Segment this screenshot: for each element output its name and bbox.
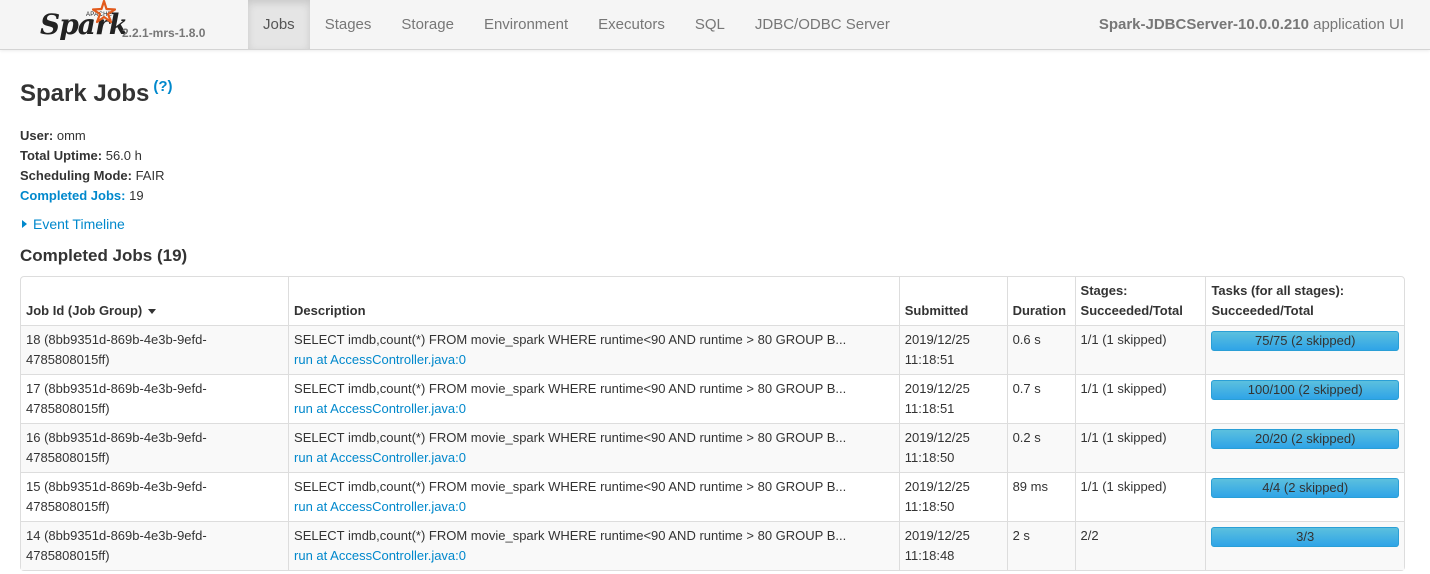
tasks-cell: 100/100 (2 skipped) (1205, 374, 1404, 423)
description-cell: SELECT imdb,count(*) FROM movie_spark WH… (288, 374, 899, 423)
description-cell: SELECT imdb,count(*) FROM movie_spark WH… (288, 325, 899, 374)
tab-sql[interactable]: SQL (680, 0, 740, 49)
completed-jobs-heading[interactable]: Completed Jobs (19) (20, 246, 187, 266)
spark-version: 2.2.1-mrs-1.8.0 (122, 26, 206, 40)
event-timeline-label: Event Timeline (33, 216, 125, 232)
tasks-cell: 75/75 (2 skipped) (1205, 325, 1404, 374)
sql-text: SELECT imdb,count(*) FROM movie_spark WH… (294, 332, 847, 347)
table-row: 18 (8bb9351d-869b-4e3b-9efd- 4785808015ff… (21, 325, 1404, 374)
job-id-cell: 17 (8bb9351d-869b-4e3b-9efd- 4785808015ff… (21, 374, 289, 423)
stages-cell: 2/2 (1074, 521, 1206, 570)
job-detail-link[interactable]: run at AccessController.java:0 (294, 450, 466, 465)
help-link[interactable]: (?) (153, 78, 172, 95)
stages-cell: 1/1 (1 skipped) (1074, 325, 1206, 374)
tab-stages[interactable]: Stages (310, 0, 387, 49)
tab-jdbc-odbc-server[interactable]: JDBC/ODBC Server (740, 0, 905, 49)
submitted-cell: 2019/12/25 11:18:48 (898, 521, 1007, 570)
header-stages[interactable]: Stages: Succeeded/Total (1074, 277, 1206, 325)
summary-user: User: omm (20, 128, 86, 143)
stages-cell: 1/1 (1 skipped) (1074, 423, 1206, 472)
sql-text: SELECT imdb,count(*) FROM movie_spark WH… (294, 479, 847, 494)
duration-cell: 0.2 s (1006, 423, 1075, 472)
duration-cell: 0.7 s (1006, 374, 1075, 423)
table-body: 18 (8bb9351d-869b-4e3b-9efd- 4785808015ff… (21, 325, 1404, 570)
table-row: 14 (8bb9351d-869b-4e3b-9efd- 4785808015ff… (21, 521, 1404, 570)
duration-cell: 0.6 s (1006, 325, 1075, 374)
description-cell: SELECT imdb,count(*) FROM movie_spark WH… (288, 423, 899, 472)
duration-cell: 89 ms (1006, 472, 1075, 521)
sort-desc-icon (148, 309, 157, 315)
job-detail-link[interactable]: run at AccessController.java:0 (294, 499, 466, 514)
stages-cell: 1/1 (1 skipped) (1074, 472, 1206, 521)
table-header-row: Job Id (Job Group) Description Submitted… (21, 277, 1404, 325)
help-tooltip[interactable]: (?) (153, 78, 172, 95)
completed-jobs-link[interactable]: Completed Jobs: (20, 188, 125, 203)
nav-tabs: Jobs Stages Storage Environment Executors SQL… (248, 0, 905, 49)
summary-uptime: Total Uptime: 56.0 h (20, 148, 142, 163)
submitted-cell: 2019/12/25 11:18:50 (898, 423, 1007, 472)
submitted-cell: 2019/12/25 11:18:51 (898, 374, 1007, 423)
tab-environment[interactable]: Environment (469, 0, 583, 49)
spark-star-icon (92, 0, 116, 24)
tasks-cell: 3/3 (1205, 521, 1404, 570)
table-row: 17 (8bb9351d-869b-4e3b-9efd- 4785808015ff… (21, 374, 1404, 423)
tasks-progress-bar: 100/100 (2 skipped) (1211, 380, 1399, 400)
application-title: Spark-JDBCServer-10.0.0.210 application … (1099, 0, 1404, 49)
header-submitted[interactable]: Submitted (898, 277, 1007, 325)
summary-scheduling-mode: Scheduling Mode: FAIR (20, 168, 165, 183)
submitted-cell: 2019/12/25 11:18:50 (898, 472, 1007, 521)
job-id-cell: 16 (8bb9351d-869b-4e3b-9efd- 4785808015ff… (21, 423, 289, 472)
duration-cell: 2 s (1006, 521, 1075, 570)
tasks-progress-bar: 75/75 (2 skipped) (1211, 331, 1399, 351)
tab-storage[interactable]: Storage (386, 0, 469, 49)
event-timeline-toggle[interactable]: Event Timeline (20, 216, 125, 232)
tasks-progress-bar: 4/4 (2 skipped) (1211, 478, 1399, 498)
tab-jobs[interactable]: Jobs (248, 0, 310, 49)
sql-text: SELECT imdb,count(*) FROM movie_spark WH… (294, 528, 847, 543)
header-description[interactable]: Description (288, 277, 899, 325)
summary-completed-jobs: Completed Jobs: 19 (20, 188, 144, 203)
top-navbar: APACHE Spark 2.2.1-mrs-1.8.0 Jobs Stages S… (0, 0, 1430, 50)
completed-jobs-table: Job Id (Job Group) Description Submitted… (20, 276, 1405, 571)
table-row: 16 (8bb9351d-869b-4e3b-9efd- 4785808015ff… (21, 423, 1404, 472)
description-cell: SELECT imdb,count(*) FROM movie_spark WH… (288, 472, 899, 521)
tasks-progress-bar: 20/20 (2 skipped) (1211, 429, 1399, 449)
tasks-progress-bar: 3/3 (1211, 527, 1399, 547)
stages-cell: 1/1 (1 skipped) (1074, 374, 1206, 423)
header-job-id[interactable]: Job Id (Job Group) (21, 277, 288, 325)
job-detail-link[interactable]: run at AccessController.java:0 (294, 352, 466, 367)
tasks-cell: 20/20 (2 skipped) (1205, 423, 1404, 472)
description-cell: SELECT imdb,count(*) FROM movie_spark WH… (288, 521, 899, 570)
spark-logo[interactable]: APACHE Spark 2.2.1-mrs-1.8.0 (38, 0, 248, 49)
app-name: Spark-JDBCServer-10.0.0.210 (1098, 16, 1309, 33)
tab-executors[interactable]: Executors (583, 0, 680, 49)
page-title: Spark Jobs (?) (20, 78, 173, 108)
tasks-cell: 4/4 (2 skipped) (1205, 472, 1404, 521)
sql-text: SELECT imdb,count(*) FROM movie_spark WH… (294, 430, 847, 445)
job-detail-link[interactable]: run at AccessController.java:0 (294, 401, 466, 416)
submitted-cell: 2019/12/25 11:18:51 (898, 325, 1007, 374)
sql-text: SELECT imdb,count(*) FROM movie_spark WH… (294, 381, 847, 396)
job-id-cell: 14 (8bb9351d-869b-4e3b-9efd- 4785808015ff… (21, 521, 289, 570)
job-detail-link[interactable]: run at AccessController.java:0 (294, 548, 466, 563)
page-title-text: Spark Jobs (20, 80, 150, 107)
app-suffix: application UI (1308, 16, 1404, 33)
job-id-cell: 15 (8bb9351d-869b-4e3b-9efd- 4785808015ff… (21, 472, 289, 521)
job-summary: User: omm Total Uptime: 56.0 h Schedulin… (20, 126, 164, 206)
header-duration[interactable]: Duration (1006, 277, 1075, 325)
header-tasks[interactable]: Tasks (for all stages): Succeeded/Total (1205, 277, 1404, 325)
table-row: 15 (8bb9351d-869b-4e3b-9efd- 4785808015ff… (21, 472, 1404, 521)
expand-arrow-icon (22, 220, 27, 228)
job-id-cell: 18 (8bb9351d-869b-4e3b-9efd- 4785808015ff… (21, 325, 289, 374)
